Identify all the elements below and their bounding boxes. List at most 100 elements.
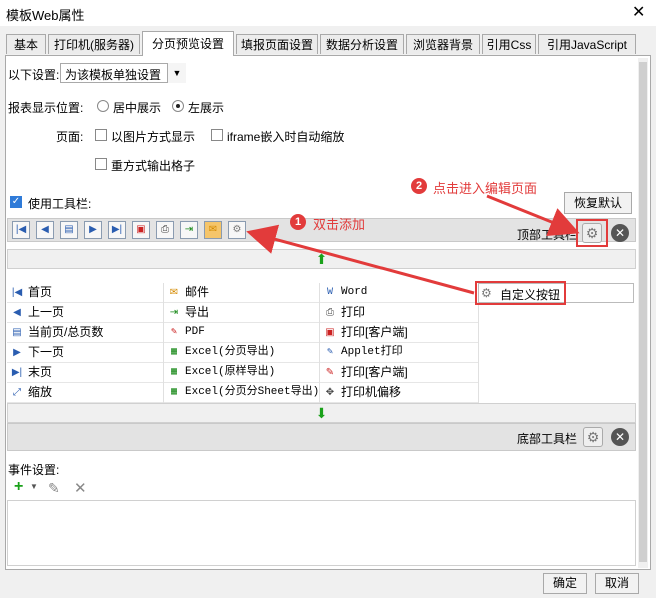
list-item[interactable]: |◀ 首页 [7,283,163,303]
list-item[interactable]: ✉ 邮件 [164,283,319,303]
annotation-badge-2: 2 [411,178,427,194]
chevron-down-icon[interactable]: ▼ [30,482,38,491]
excel-icon: ▦ [170,347,178,358]
gear-icon: ⚙ [481,286,492,300]
mail-icon[interactable]: ✉ [204,221,222,239]
scrollbar-thumb[interactable] [639,62,647,562]
scope-label: 以下设置: [8,68,60,82]
position-label: 报表显示位置: [8,101,84,115]
pdf-icon: ✎ [170,327,178,338]
add-icon[interactable]: + [14,478,23,496]
radio-center-label: 居中展示 [113,101,162,115]
applet-print-icon: ✎ [326,347,334,358]
prev-page-icon: ◀ [13,307,21,318]
radio-left-label: 左展示 [188,101,225,115]
next-page-icon: ▶ [13,347,21,358]
list-item[interactable]: ◀ 上一页 [7,303,163,323]
bottom-toolbar-gear-icon[interactable]: ⚙ [583,427,603,447]
event-list[interactable] [7,500,636,566]
tab-basic[interactable]: 基本 [6,34,46,54]
close-icon[interactable]: ✕ [632,2,645,22]
restore-default-button[interactable]: 恢复默认 [564,192,632,214]
print-client-pdf-icon: ✎ [325,367,335,378]
mail-icon: ✉ [169,287,179,298]
checkbox-use-toolbar[interactable]: ✓ [10,196,22,208]
page-count-icon[interactable]: ▤ [60,221,78,239]
tab-css[interactable]: 引用Css [482,34,536,54]
annotation-text-1: 双击添加 [313,217,366,232]
list-item[interactable]: ⤢ 缩放 [7,383,163,403]
top-toolbar-gear-icon[interactable]: ⚙ [582,223,602,243]
checkbox-image-display-label: 以图片方式显示 [111,130,196,144]
first-page-icon[interactable]: |◀ [12,221,30,239]
list-item[interactable]: ✎ PDF [164,323,319,343]
list-item[interactable]: ▦ Excel(分页导出) [164,343,319,363]
list-item[interactable]: ▣ 打印[客户端] [320,323,478,343]
word-icon: W [326,287,333,298]
export-icon: ⇥ [169,307,179,318]
tab-browser-bg[interactable]: 浏览器背景 [406,34,480,54]
print-icon: ⎙ [326,307,334,318]
last-page-icon[interactable]: ▶| [108,221,126,239]
prev-page-icon[interactable]: ◀ [36,221,54,239]
scope-select[interactable]: 为该模板单独设置 ▼ [60,63,186,83]
list-item[interactable]: ▦ Excel(原样导出) [164,363,319,383]
print-client-icon[interactable]: ▣ [132,221,150,239]
excel-icon: ▦ [170,387,178,398]
list-item[interactable]: ⎙ 打印 [320,303,478,323]
top-toolbar-close-icon[interactable]: ✕ [611,224,629,242]
list-item[interactable]: ▶| 末页 [7,363,163,383]
list-item[interactable]: W Word [320,283,478,303]
checkbox-iframe-autoscale-label: iframe嵌入时自动缩放 [227,130,345,144]
checkbox-reprint-cells[interactable] [95,158,107,170]
printer-offset-icon: ✥ [325,387,335,398]
first-page-icon: |◀ [11,287,23,298]
cancel-button[interactable]: 取消 [595,573,639,594]
use-toolbar-label: 使用工具栏: [28,197,92,211]
list-item[interactable]: ▤ 当前页/总页数 [7,323,163,343]
radio-center[interactable] [97,100,109,112]
export-icon[interactable]: ⇥ [180,221,198,239]
checkbox-reprint-cells-label: 重方式输出格子 [111,159,196,173]
chevron-down-icon[interactable]: ▼ [167,63,186,83]
last-page-icon: ▶| [11,367,23,378]
radio-left[interactable] [172,100,184,112]
annotation-text-2: 点击进入编辑页面 [433,181,538,196]
events-label: 事件设置: [8,463,60,477]
top-toolbar-label: 顶部工具栏 [517,228,578,242]
annotation-badge-1: 1 [290,214,306,230]
page-label: 页面: [56,130,84,144]
list-item[interactable]: ✥ 打印机偏移 [320,383,478,403]
list-item[interactable]: ⇥ 导出 [164,303,319,323]
checkbox-iframe-autoscale[interactable] [211,129,223,141]
print-icon[interactable]: ⎙ [156,221,174,239]
zoom-icon: ⤢ [13,387,21,398]
window-title: 模板Web属性 [6,8,85,23]
drop-zone-bottom[interactable]: ⬇ [7,403,636,423]
bottom-toolbar-label: 底部工具栏 [517,432,578,446]
list-item[interactable]: ✎ Applet打印 [320,343,478,363]
list-item[interactable]: ✎ 打印[客户端] [320,363,478,383]
excel-icon: ▦ [170,367,178,378]
scrollbar[interactable] [638,58,648,568]
ok-button[interactable]: 确定 [543,573,587,594]
scope-select-value: 为该模板单独设置 [65,68,162,82]
delete-icon[interactable]: ✕ [74,479,87,497]
checkbox-image-display[interactable] [95,129,107,141]
next-page-icon[interactable]: ▶ [84,221,102,239]
gear-icon[interactable]: ⚙ [228,221,246,239]
tab-javascript[interactable]: 引用JavaScript [538,34,636,54]
page-count-icon: ▤ [12,327,22,338]
tab-printer-server[interactable]: 打印机(服务器) [48,34,140,54]
drop-zone-top[interactable]: ⬆ [7,249,636,269]
list-item[interactable]: ▶ 下一页 [7,343,163,363]
edit-icon[interactable]: ✎ [48,480,60,497]
tab-fill-page[interactable]: 填报页面设置 [236,34,318,54]
bottom-toolbar-close-icon[interactable]: ✕ [611,428,629,446]
tab-page-preview[interactable]: 分页预览设置 [142,31,234,56]
list-item[interactable]: ▦ Excel(分页分Sheet导出) [164,383,319,403]
custom-button-label: 自定义按钮 [500,288,561,302]
title-bar: 模板Web属性 ✕ [0,0,656,26]
tab-data-analysis[interactable]: 数据分析设置 [320,34,404,54]
print-client-icon: ▣ [325,327,335,338]
